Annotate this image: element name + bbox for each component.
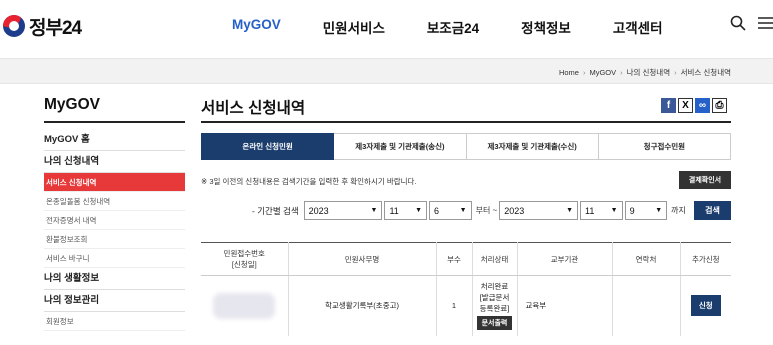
breadcrumb-mygov[interactable]: MyGOV xyxy=(589,68,616,77)
sidebar-sub-service-applications[interactable]: 서비스 신청내역 xyxy=(44,173,185,192)
col-issuing-agency: 교부기관 xyxy=(517,242,613,276)
chevron-down-icon: ▼ xyxy=(459,207,467,214)
sidebar-item-life-info[interactable]: 나의 생활정보 xyxy=(44,268,185,290)
receipt-number-cell xyxy=(201,275,289,336)
from-suffix: 부터 ~ xyxy=(475,206,498,215)
table-header-row: 민원접수번호 [신청일] 민원사무명 부수 처리상태 교부기관 연락처 추가신청 xyxy=(201,242,731,276)
from-month-select[interactable]: 11 ▼ xyxy=(384,201,428,220)
breadcrumb-current: 서비스 신청내역 xyxy=(680,68,731,77)
chevron-down-icon: ▼ xyxy=(370,207,378,214)
nav-customer-center[interactable]: 고객센터 xyxy=(613,17,663,37)
sidebar: MyGOV MyGOV 홈 나의 신청내역 서비스 신청내역 온종일돌봄 신청내… xyxy=(44,96,185,331)
breadcrumb-band: Home › MyGOV › 나의 신청내역 › 서비스 신청내역 xyxy=(0,58,773,84)
additional-apply-cell: 신청 xyxy=(680,276,731,336)
breadcrumb-home[interactable]: Home xyxy=(559,68,579,77)
notice-row: ※ 3일 이전의 신청내용은 검색기간을 입력한 후 확인하시기 바랍니다. 결… xyxy=(201,171,731,189)
sidebar-sub-member-info[interactable]: 회원정보 xyxy=(44,312,185,331)
sidebar-sub-refund-info[interactable]: 환불정보조회 xyxy=(44,230,185,249)
nav-policy-info[interactable]: 정책정보 xyxy=(521,17,571,37)
period-search: - 기간별 검색 2023 ▼ 11 ▼ 6 ▼ 부터 ~ 2023 ▼ 11 ▼ 9 ▼ … xyxy=(201,200,731,221)
case-name-cell: 학교생활기록부(초중고) xyxy=(288,275,437,336)
print-icon[interactable]: ⎙ xyxy=(712,98,727,113)
to-month-select[interactable]: 11 ▼ xyxy=(580,201,623,220)
search-icon[interactable] xyxy=(730,15,746,31)
sidebar-sub-allday-care[interactable]: 온종일돌봄 신청내역 xyxy=(44,192,185,211)
application-tabs: 온라인 신청민원 제3자제출 및 기관제출(송신) 제3자제출 및 기관제출(수… xyxy=(201,133,731,160)
breadcrumb-separator-icon: › xyxy=(620,68,623,77)
col-receipt-number: 민원접수번호 [신청일] xyxy=(201,242,289,276)
x-twitter-icon[interactable]: X xyxy=(678,98,693,113)
page-title-row: 서비스 신청내역 f X ∞ ⎙ xyxy=(201,96,731,123)
breadcrumb-my-applications[interactable]: 나의 신청내역 xyxy=(627,67,670,78)
issuing-agency-cell: 교육부 xyxy=(517,275,613,336)
col-contact: 연락처 xyxy=(612,242,681,276)
menu-icon[interactable] xyxy=(758,15,773,31)
chevron-down-icon: ▼ xyxy=(415,207,423,214)
from-year-value: 2023 xyxy=(308,205,329,216)
table-row: 학교생활기록부(초중고) 1 처리완료 [발급문서 등록완료] 문서출력 교육부… xyxy=(201,275,731,336)
gov24-logo-icon xyxy=(3,15,25,37)
share-tools: f X ∞ ⎙ xyxy=(661,98,727,113)
tab-online-applications[interactable]: 온라인 신청민원 xyxy=(201,133,335,160)
sidebar-item-mygov-home[interactable]: MyGOV 홈 xyxy=(44,129,185,151)
search-notice: ※ 3일 이전의 신청내용은 검색기간을 입력한 후 확인하시기 바랍니다. xyxy=(201,177,417,186)
copies-cell: 1 xyxy=(436,275,473,336)
to-suffix: 까지 xyxy=(671,206,686,215)
col-status: 처리상태 xyxy=(472,242,518,276)
status-cell: 처리완료 [발급문서 등록완료] 문서출력 xyxy=(472,275,518,336)
sidebar-item-my-applications[interactable]: 나의 신청내역 xyxy=(44,151,185,173)
sidebar-item-info-management[interactable]: 나의 정보관리 xyxy=(44,290,185,312)
from-year-select[interactable]: 2023 ▼ xyxy=(303,201,383,220)
applications-table: 민원접수번호 [신청일] 민원사무명 부수 처리상태 교부기관 연락처 추가신청… xyxy=(201,242,731,336)
chevron-down-icon: ▼ xyxy=(610,207,618,214)
to-day-value: 9 xyxy=(629,205,635,216)
status-text: 처리완료 [발급문서 등록완료] xyxy=(473,281,517,314)
tab-third-party-sent[interactable]: 제3자제출 및 기관제출(송신) xyxy=(334,133,467,160)
main-nav: MyGOV 민원서비스 보조금24 정책정보 고객센터 xyxy=(232,17,705,37)
from-month-value: 11 xyxy=(389,205,399,216)
status-line: 처리완료 xyxy=(480,282,509,292)
to-day-select[interactable]: 9 ▼ xyxy=(624,201,668,220)
from-day-select[interactable]: 6 ▼ xyxy=(429,201,472,220)
col-case-name: 민원사무명 xyxy=(288,242,437,276)
to-year-select[interactable]: 2023 ▼ xyxy=(499,201,578,220)
tab-claim-receipts[interactable]: 청구접수민원 xyxy=(598,133,731,160)
sidebar-title: MyGOV xyxy=(44,96,185,123)
page-title: 서비스 신청내역 xyxy=(201,100,306,117)
main-content: 서비스 신청내역 f X ∞ ⎙ 온라인 신청민원 제3자제출 및 기관제출(송… xyxy=(201,96,731,336)
sidebar-sub-service-basket[interactable]: 서비스 바구니 xyxy=(44,249,185,268)
col-copies: 부수 xyxy=(436,242,473,276)
contact-cell xyxy=(612,275,681,336)
sidebar-sub-e-certificates[interactable]: 전자증명서 내역 xyxy=(44,211,185,230)
nav-subsidy24[interactable]: 보조금24 xyxy=(427,17,479,37)
status-line: [발급문서 xyxy=(479,293,510,303)
to-year-value: 2023 xyxy=(504,205,525,216)
apply-button[interactable]: 신청 xyxy=(690,295,721,317)
chevron-down-icon: ▼ xyxy=(655,207,663,214)
logo-text: 정부24 xyxy=(29,17,82,39)
site-logo[interactable]: 정부24 xyxy=(3,13,82,39)
site-header: 정부24 MyGOV 민원서비스 보조금24 정책정보 고객센터 xyxy=(0,0,773,52)
period-search-label: - 기간별 검색 xyxy=(252,205,299,216)
link-copy-icon[interactable]: ∞ xyxy=(695,98,710,113)
payment-confirmation-button[interactable]: 결제확인서 xyxy=(679,171,731,189)
tab-third-party-received[interactable]: 제3자제출 및 기관제출(수신) xyxy=(466,133,599,160)
status-line: 등록완료] xyxy=(479,304,510,314)
from-day-value: 6 xyxy=(434,205,440,216)
breadcrumb: Home › MyGOV › 나의 신청내역 › 서비스 신청내역 xyxy=(559,67,731,78)
facebook-icon[interactable]: f xyxy=(661,98,676,113)
redacted-receipt-number xyxy=(213,292,276,319)
nav-civil-service[interactable]: 민원서비스 xyxy=(323,17,385,37)
nav-mygov[interactable]: MyGOV xyxy=(232,17,281,37)
breadcrumb-separator-icon: › xyxy=(674,68,677,77)
to-month-value: 11 xyxy=(585,205,595,216)
col-additional-apply: 추가신청 xyxy=(680,242,731,276)
search-button[interactable]: 검색 xyxy=(693,201,731,220)
print-document-button[interactable]: 문서출력 xyxy=(476,316,513,331)
chevron-down-icon: ▼ xyxy=(566,207,573,214)
breadcrumb-separator-icon: › xyxy=(582,68,586,77)
